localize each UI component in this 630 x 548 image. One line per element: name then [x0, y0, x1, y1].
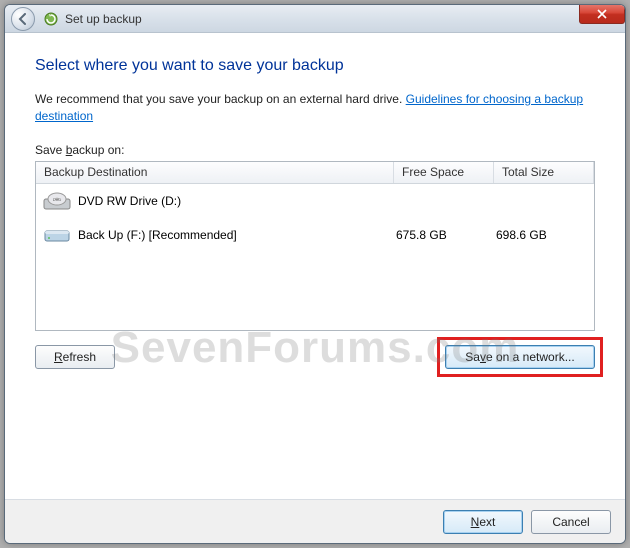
content-area: Select where you want to save your backu…	[5, 33, 625, 499]
back-button[interactable]	[11, 7, 35, 31]
recommend-msg: We recommend that you save your backup o…	[35, 92, 406, 106]
next-button[interactable]: Next	[443, 510, 523, 534]
wizard-window: Set up backup Select where you want to s…	[4, 4, 626, 544]
row-free: 675.8 GB	[388, 228, 488, 242]
list-row-dvd[interactable]: DVD DVD RW Drive (D:)	[36, 184, 594, 218]
row-total: 698.6 GB	[488, 228, 588, 242]
backup-icon	[43, 11, 59, 27]
dvd-drive-icon: DVD	[42, 189, 72, 213]
list-row-hdd[interactable]: Back Up (F:) [Recommended] 675.8 GB 698.…	[36, 218, 594, 252]
page-heading: Select where you want to save your backu…	[35, 57, 595, 75]
save-on-network-button[interactable]: Save on a network...	[445, 345, 595, 369]
action-row: Refresh Save on a network...	[35, 345, 595, 369]
col-destination[interactable]: Backup Destination	[36, 162, 394, 183]
refresh-button[interactable]: Refresh	[35, 345, 115, 369]
row-name: DVD RW Drive (D:)	[78, 194, 181, 208]
list-header: Backup Destination Free Space Total Size	[36, 162, 594, 184]
row-name: Back Up (F:) [Recommended]	[78, 228, 237, 242]
cancel-button[interactable]: Cancel	[531, 510, 611, 534]
save-label: Save backup on:	[35, 143, 595, 157]
hdd-icon	[42, 223, 72, 247]
svg-text:DVD: DVD	[53, 197, 62, 202]
footer: Next Cancel	[5, 499, 625, 543]
recommend-text: We recommend that you save your backup o…	[35, 91, 595, 125]
titlebar: Set up backup	[5, 5, 625, 33]
window-title: Set up backup	[65, 12, 142, 26]
destination-list[interactable]: Backup Destination Free Space Total Size…	[35, 161, 595, 331]
col-total-size[interactable]: Total Size	[494, 162, 594, 183]
col-free-space[interactable]: Free Space	[394, 162, 494, 183]
close-button[interactable]	[579, 4, 625, 24]
